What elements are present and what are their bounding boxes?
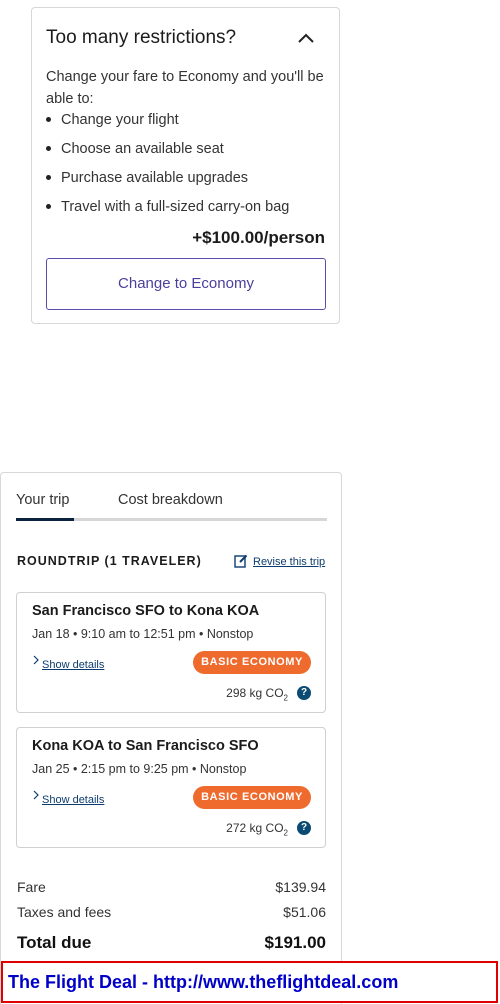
- trip-summary-card: Your trip Cost breakdown ROUNDTRIP (1 TR…: [0, 472, 342, 1004]
- benefit-item: Purchase available upgrades: [46, 167, 289, 196]
- taxes-label: Taxes and fees: [17, 904, 112, 920]
- segment-time: Jan 18 • 9:10 am to 12:51 pm • Nonstop: [32, 627, 254, 641]
- benefit-label: Change your flight: [61, 112, 179, 128]
- banner-text: The Flight Deal - http://www.theflightde…: [8, 972, 399, 992]
- revise-trip-label: Revise this trip: [253, 556, 326, 568]
- upsell-price: +$100.00/person: [192, 228, 325, 247]
- bullet-icon: [46, 146, 51, 151]
- taxes-value: $51.06: [283, 904, 326, 920]
- bullet-icon: [46, 117, 51, 122]
- benefit-item: Travel with a full-sized carry-on bag: [46, 196, 289, 225]
- fare-class-badge: BASIC ECONOMY: [193, 786, 311, 809]
- tab-your-trip[interactable]: Your trip: [16, 492, 69, 508]
- benefit-item: Change your flight: [46, 109, 289, 138]
- trip-heading: ROUNDTRIP (1 TRAVELER): [17, 554, 202, 568]
- total-value: $191.00: [264, 933, 326, 952]
- fare-label: Fare: [17, 879, 46, 895]
- co2-emissions: 272 kg CO2: [226, 821, 288, 837]
- segment-time: Jan 25 • 2:15 pm to 9:25 pm • Nonstop: [32, 762, 247, 776]
- benefit-label: Travel with a full-sized carry-on bag: [61, 199, 290, 215]
- benefit-label: Purchase available upgrades: [61, 170, 249, 186]
- co2-emissions: 298 kg CO2: [226, 686, 288, 702]
- chevron-right-icon: [33, 655, 39, 665]
- site-banner: The Flight Deal - http://www.theflightde…: [1, 961, 498, 1003]
- co2-subscript: 2: [283, 828, 288, 838]
- question-icon[interactable]: ?: [297, 686, 311, 700]
- total-label: Total due: [17, 933, 92, 952]
- bullet-icon: [46, 175, 51, 180]
- chevron-up-icon[interactable]: [296, 28, 316, 48]
- active-tab-indicator: [16, 518, 74, 521]
- flight-segment: Kona KOA to San Francisco SFO Jan 25 • 2…: [16, 727, 326, 848]
- upsell-card: Too many restrictions? Change your fare …: [31, 7, 340, 324]
- chevron-right-icon: [33, 790, 39, 800]
- change-to-economy-button[interactable]: Change to Economy: [46, 258, 326, 310]
- co2-subscript: 2: [283, 693, 288, 703]
- segment-route: Kona KOA to San Francisco SFO: [32, 738, 259, 754]
- upsell-benefit-list: Change your flight Choose an available s…: [46, 109, 289, 225]
- trip-tabs: Your trip Cost breakdown: [16, 492, 327, 522]
- co2-value: 298 kg CO: [226, 686, 284, 700]
- edit-icon: [234, 554, 248, 568]
- show-details-label: Show details: [42, 794, 105, 806]
- co2-value: 272 kg CO: [226, 821, 284, 835]
- benefit-label: Choose an available seat: [61, 141, 224, 157]
- upsell-title: Too many restrictions?: [46, 27, 237, 48]
- bullet-icon: [46, 204, 51, 209]
- tab-cost-breakdown[interactable]: Cost breakdown: [118, 492, 223, 508]
- show-details-label: Show details: [42, 659, 105, 671]
- segment-route: San Francisco SFO to Kona KOA: [32, 603, 260, 619]
- fare-value: $139.94: [275, 879, 326, 895]
- upsell-intro: Change your fare to Economy and you'll b…: [46, 69, 324, 107]
- question-icon[interactable]: ?: [297, 821, 311, 835]
- fare-class-badge: BASIC ECONOMY: [193, 651, 311, 674]
- benefit-item: Choose an available seat: [46, 138, 289, 167]
- flight-segment: San Francisco SFO to Kona KOA Jan 18 • 9…: [16, 592, 326, 713]
